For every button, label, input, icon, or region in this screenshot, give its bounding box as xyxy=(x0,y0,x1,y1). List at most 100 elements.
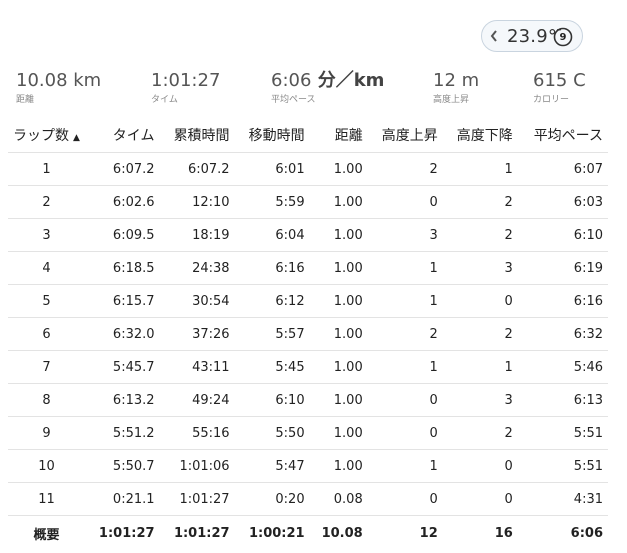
column-header-moving-time[interactable]: 移動時間 xyxy=(235,118,310,153)
cell-moving-time: 6:04 xyxy=(234,218,310,252)
cell-lap-time: 6:09.5 xyxy=(84,218,160,252)
cell-elevation-loss: 0 xyxy=(442,284,518,318)
cell-elevation-loss: 1 xyxy=(442,152,518,186)
cell-moving-time: 5:47 xyxy=(234,449,310,483)
stat-value: 6:06 xyxy=(271,70,312,91)
cell-cumulative-time: 24:38 xyxy=(159,251,235,285)
cell-elevation-gain: 0 xyxy=(367,416,443,450)
cell-avg-pace: 6:07 xyxy=(517,152,608,186)
table-row: 3 6:09.5 18:19 6:04 1.00 3 2 6:10 xyxy=(8,218,608,252)
cell-cumulative-time: 1:01:27 xyxy=(159,515,235,551)
cell-lap-number: 6 xyxy=(8,317,85,351)
cell-elevation-gain: 3 xyxy=(367,218,443,252)
cell-cumulative-time: 1:01:27 xyxy=(159,482,235,516)
table-row: 7 5:45.7 43:11 5:45 1.00 1 1 5:46 xyxy=(8,350,608,384)
cell-moving-time: 0:20 xyxy=(234,482,310,516)
stat-value: 10.08 xyxy=(16,70,68,91)
cell-elevation-gain: 2 xyxy=(367,152,443,186)
cell-distance: 1.00 xyxy=(309,416,368,450)
cell-lap-time: 5:50.7 xyxy=(84,449,160,483)
cell-elevation-loss: 2 xyxy=(442,317,518,351)
stat-label: 平均ペース xyxy=(271,95,316,105)
cell-avg-pace: 5:51 xyxy=(517,449,608,483)
cell-avg-pace: 5:51 xyxy=(517,416,608,450)
cell-moving-time: 5:45 xyxy=(234,350,310,384)
column-header-distance[interactable]: 距離 xyxy=(310,118,368,153)
temperature-widget[interactable]: 23.9° 9 xyxy=(481,20,583,52)
stat-unit: m xyxy=(455,70,480,91)
cell-elevation-gain: 1 xyxy=(367,350,443,384)
cell-lap-time: 1:01:27 xyxy=(84,515,160,551)
cell-cumulative-time: 30:54 xyxy=(159,284,235,318)
cell-elevation-gain: 1 xyxy=(367,449,443,483)
cell-distance: 1.00 xyxy=(309,449,368,483)
cell-lap-time: 6:07.2 xyxy=(84,152,160,186)
cell-distance: 1.00 xyxy=(309,152,368,186)
cell-elevation-gain: 1 xyxy=(367,284,443,318)
table-header-row: ラップ数 ▲ タイム 累積時間 移動時間 距離 高度上昇 高度下降 平均ペース xyxy=(8,118,608,153)
cell-lap-number: 4 xyxy=(8,251,85,285)
cell-distance: 0.08 xyxy=(309,482,368,516)
cell-distance: 1.00 xyxy=(309,284,368,318)
stat-label: カロリー xyxy=(533,95,570,105)
cell-lap-number: 概要 xyxy=(8,515,85,551)
cell-lap-time: 5:45.7 xyxy=(84,350,160,384)
cell-cumulative-time: 12:10 xyxy=(159,185,235,219)
cell-cumulative-time: 6:07.2 xyxy=(159,152,235,186)
cell-avg-pace: 5:46 xyxy=(517,350,608,384)
cell-lap-number: 5 xyxy=(8,284,85,318)
cell-avg-pace: 4:31 xyxy=(517,482,608,516)
cell-moving-time: 1:00:21 xyxy=(234,515,310,551)
stat-time: 1:01:27 タイム xyxy=(151,70,221,106)
cell-elevation-gain: 0 xyxy=(367,383,443,417)
cell-elevation-gain: 2 xyxy=(367,317,443,351)
column-header-avg-pace[interactable]: 平均ペース xyxy=(518,118,608,153)
cell-avg-pace: 6:16 xyxy=(517,284,608,318)
table-row: 2 6:02.6 12:10 5:59 1.00 0 2 6:03 xyxy=(8,185,608,219)
column-header-cumulative-time[interactable]: 累積時間 xyxy=(160,118,235,153)
cell-avg-pace: 6:10 xyxy=(517,218,608,252)
stat-unit: 分／km xyxy=(311,70,385,91)
cell-moving-time: 5:59 xyxy=(234,185,310,219)
cell-cumulative-time: 18:19 xyxy=(159,218,235,252)
cell-distance: 1.00 xyxy=(309,350,368,384)
cell-lap-time: 5:51.2 xyxy=(84,416,160,450)
cell-lap-time: 6:13.2 xyxy=(84,383,160,417)
laps-table: ラップ数 ▲ タイム 累積時間 移動時間 距離 高度上昇 高度下降 平均ペース 1… xyxy=(8,118,608,551)
cell-elevation-loss: 3 xyxy=(442,383,518,417)
cell-cumulative-time: 55:16 xyxy=(159,416,235,450)
stat-avg-pace: 6:06 分／km 平均ペース xyxy=(271,70,385,106)
column-header-time[interactable]: タイム xyxy=(85,118,160,153)
cell-lap-number: 3 xyxy=(8,218,85,252)
cell-moving-time: 6:12 xyxy=(234,284,310,318)
cell-lap-time: 6:18.5 xyxy=(84,251,160,285)
cell-cumulative-time: 37:26 xyxy=(159,317,235,351)
cell-cumulative-time: 1:01:06 xyxy=(159,449,235,483)
cell-elevation-loss: 2 xyxy=(442,185,518,219)
cell-cumulative-time: 49:24 xyxy=(159,383,235,417)
stat-label: タイム xyxy=(151,95,178,105)
cell-elevation-loss: 2 xyxy=(442,218,518,252)
summary-row: 概要 1:01:27 1:01:27 1:00:21 10.08 12 16 6:06 xyxy=(8,515,608,551)
stat-unit: C xyxy=(567,70,586,91)
stat-value: 1:01:27 xyxy=(151,70,221,91)
cell-cumulative-time: 43:11 xyxy=(159,350,235,384)
column-header-elevation-gain[interactable]: 高度上昇 xyxy=(368,118,443,153)
cell-avg-pace: 6:32 xyxy=(517,317,608,351)
cell-avg-pace: 6:19 xyxy=(517,251,608,285)
chevron-left-icon[interactable] xyxy=(488,26,500,46)
table-row: 6 6:32.0 37:26 5:57 1.00 2 2 6:32 xyxy=(8,317,608,351)
stat-calories: 615 C カロリー xyxy=(533,70,586,106)
cell-moving-time: 6:10 xyxy=(234,383,310,417)
stat-value: 12 xyxy=(433,70,456,91)
column-header-elevation-loss[interactable]: 高度下降 xyxy=(443,118,518,153)
stat-value: 615 xyxy=(533,70,568,91)
cell-moving-time: 5:57 xyxy=(234,317,310,351)
cell-lap-number: 11 xyxy=(8,482,85,516)
column-header-lap[interactable]: ラップ数 ▲ xyxy=(8,118,85,153)
stat-label: 高度上昇 xyxy=(433,95,470,105)
table-row: 11 0:21.1 1:01:27 0:20 0.08 0 0 4:31 xyxy=(8,482,608,516)
table-row: 5 6:15.7 30:54 6:12 1.00 1 0 6:16 xyxy=(8,284,608,318)
stat-unit: km xyxy=(67,70,102,91)
cell-lap-number: 8 xyxy=(8,383,85,417)
